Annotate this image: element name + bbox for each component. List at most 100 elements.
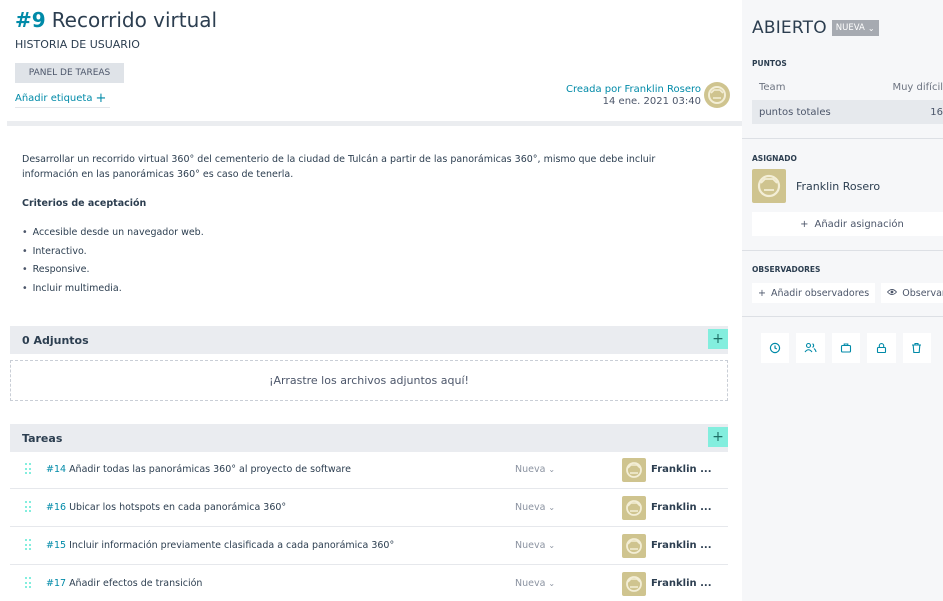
criteria-title: Criterios de aceptación: [22, 198, 147, 209]
drag-handle-icon[interactable]: [25, 501, 31, 513]
status-row: ABIERTO NUEVA ⌄: [752, 18, 879, 38]
task-assignee-avatar[interactable]: [622, 572, 646, 596]
chevron-down-icon: ⌄: [548, 503, 556, 512]
task-row[interactable]: #16 Ubicar los hotspots en cada panorámic…: [10, 489, 728, 527]
task-status-dropdown[interactable]: Nueva ⌄: [515, 464, 555, 475]
watch-label: Observar: [902, 287, 943, 299]
task-row[interactable]: #14 Añadir todas las panorámicas 360° al …: [10, 451, 728, 489]
task-status-dropdown[interactable]: Nueva ⌄: [515, 502, 555, 513]
tasks-title: Tareas: [22, 431, 63, 445]
task-assignee-name[interactable]: Franklin ...: [651, 464, 712, 475]
task-assignee-avatar[interactable]: [622, 534, 646, 558]
assignee-name[interactable]: Franklin Rosero: [796, 180, 880, 193]
divider: [742, 250, 943, 251]
assigned-label: ASIGNADO: [752, 154, 797, 163]
add-watchers-button[interactable]: + Añadir observadores: [752, 283, 876, 303]
item-type: HISTORIA DE USUARIO: [15, 38, 140, 51]
task-subject-text[interactable]: Ubicar los hotspots en cada panorámica 3…: [69, 502, 286, 513]
task-subject-text[interactable]: Incluir información previamente clasific…: [69, 540, 394, 551]
task-status-dropdown[interactable]: Nueva ⌄: [515, 578, 555, 589]
created-date: 14 ene. 2021 03:40: [602, 96, 701, 107]
points-total-value: 16: [930, 106, 943, 118]
task-subject-text[interactable]: Añadir efectos de transición: [69, 578, 202, 589]
add-task-button[interactable]: +: [708, 427, 728, 447]
trash-icon: [911, 342, 922, 354]
add-watchers-label: Añadir observadores: [770, 287, 870, 299]
add-tag-label: Añadir etiqueta: [15, 93, 93, 104]
task-ref[interactable]: #16: [46, 502, 66, 513]
client-requirement-button[interactable]: [831, 333, 861, 363]
criteria-item: Interactivo.: [22, 243, 204, 262]
chevron-down-icon: ⌄: [548, 541, 556, 550]
task-ref[interactable]: #17: [46, 578, 66, 589]
story-title[interactable]: Recorrido virtual: [52, 8, 217, 32]
points-total-label: puntos totales: [759, 106, 831, 118]
attachments-header: 0 Adjuntos +: [10, 326, 728, 354]
divider: [742, 138, 943, 139]
clock-icon: [769, 342, 781, 354]
criteria-item: Responsive.: [22, 261, 204, 280]
add-tag-button[interactable]: Añadir etiqueta +: [15, 90, 111, 108]
status-text: ABIERTO: [752, 18, 827, 38]
plus-icon: +: [758, 287, 766, 299]
task-row[interactable]: #15 Incluir información previamente clasi…: [10, 527, 728, 565]
due-date-button[interactable]: [761, 333, 790, 363]
description-text[interactable]: Desarrollar un recorrido virtual 360° de…: [22, 152, 712, 182]
chevron-down-icon: ⌄: [867, 23, 875, 33]
block-button[interactable]: [867, 333, 896, 363]
task-subject[interactable]: #15 Incluir información previamente clasi…: [46, 540, 394, 551]
points-value[interactable]: Muy difícil: [892, 82, 943, 93]
created-by[interactable]: Creada por Franklin Rosero: [566, 84, 701, 96]
add-assignment-button[interactable]: + Añadir asignación: [752, 212, 943, 236]
team-requirement-button[interactable]: [796, 333, 825, 363]
task-assignee-avatar[interactable]: [622, 496, 646, 520]
drag-handle-icon[interactable]: [25, 463, 31, 475]
attachments-title: 0 Adjuntos: [22, 333, 89, 347]
task-subject[interactable]: #17 Añadir efectos de transición: [46, 578, 202, 589]
task-status-label: Nueva: [515, 502, 546, 513]
criteria-list: Accesible desde un navegador web. Intera…: [22, 224, 204, 298]
divider: [742, 316, 943, 317]
points-row-team[interactable]: Team Muy difícil: [752, 75, 943, 99]
eye-icon: [887, 288, 898, 299]
criteria-item: Incluir multimedia.: [22, 280, 204, 299]
watch-button[interactable]: Observar: [881, 283, 943, 303]
task-subject[interactable]: #14 Añadir todas las panorámicas 360° al …: [46, 464, 351, 475]
tasks-header: Tareas +: [10, 424, 728, 452]
watchers-label: OBSERVADORES: [752, 265, 821, 274]
drag-handle-icon[interactable]: [25, 539, 31, 551]
assignee-avatar[interactable]: [752, 169, 786, 203]
header-divider: [7, 121, 742, 126]
briefcase-icon: [840, 342, 852, 354]
task-assignee-avatar[interactable]: [622, 458, 646, 482]
status-dropdown[interactable]: NUEVA ⌄: [831, 20, 879, 36]
creator-avatar[interactable]: [704, 82, 730, 108]
delete-button[interactable]: [902, 333, 932, 363]
task-assignee-name[interactable]: Franklin ...: [651, 578, 712, 589]
task-subject[interactable]: #16 Ubicar los hotspots en cada panorámic…: [46, 502, 286, 513]
chevron-down-icon: ⌄: [548, 465, 556, 474]
task-status-label: Nueva: [515, 578, 546, 589]
criteria-item: Accesible desde un navegador web.: [22, 224, 204, 243]
sidebar: ABIERTO NUEVA ⌄ PUNTOS Team Muy difícil p…: [742, 0, 943, 601]
points-role: Team: [759, 81, 786, 93]
task-assignee-name[interactable]: Franklin ...: [651, 502, 712, 513]
creator-info: Creada por Franklin Rosero 14 ene. 2021 …: [566, 84, 701, 108]
task-status-label: Nueva: [515, 540, 546, 551]
points-label: PUNTOS: [752, 59, 787, 68]
task-row[interactable]: #17 Añadir efectos de transición Nueva ⌄ F…: [10, 565, 728, 601]
task-status-dropdown[interactable]: Nueva ⌄: [515, 540, 555, 551]
team-icon: [804, 342, 817, 354]
add-attachment-button[interactable]: +: [708, 329, 728, 349]
task-assignee-name[interactable]: Franklin ...: [651, 540, 712, 551]
task-ref[interactable]: #15: [46, 540, 66, 551]
task-ref[interactable]: #14: [46, 464, 66, 475]
task-subject-text[interactable]: Añadir todas las panorámicas 360° al pro…: [69, 464, 351, 475]
task-status-label: Nueva: [515, 464, 546, 475]
drag-handle-icon[interactable]: [25, 577, 31, 589]
lock-icon: [876, 342, 887, 354]
plus-icon: +: [95, 90, 107, 106]
taskboard-button[interactable]: PANEL DE TAREAS: [15, 63, 124, 83]
attachments-dropzone[interactable]: ¡Arrastre los archivos adjuntos aquí!: [10, 360, 728, 401]
plus-icon: +: [800, 218, 809, 230]
